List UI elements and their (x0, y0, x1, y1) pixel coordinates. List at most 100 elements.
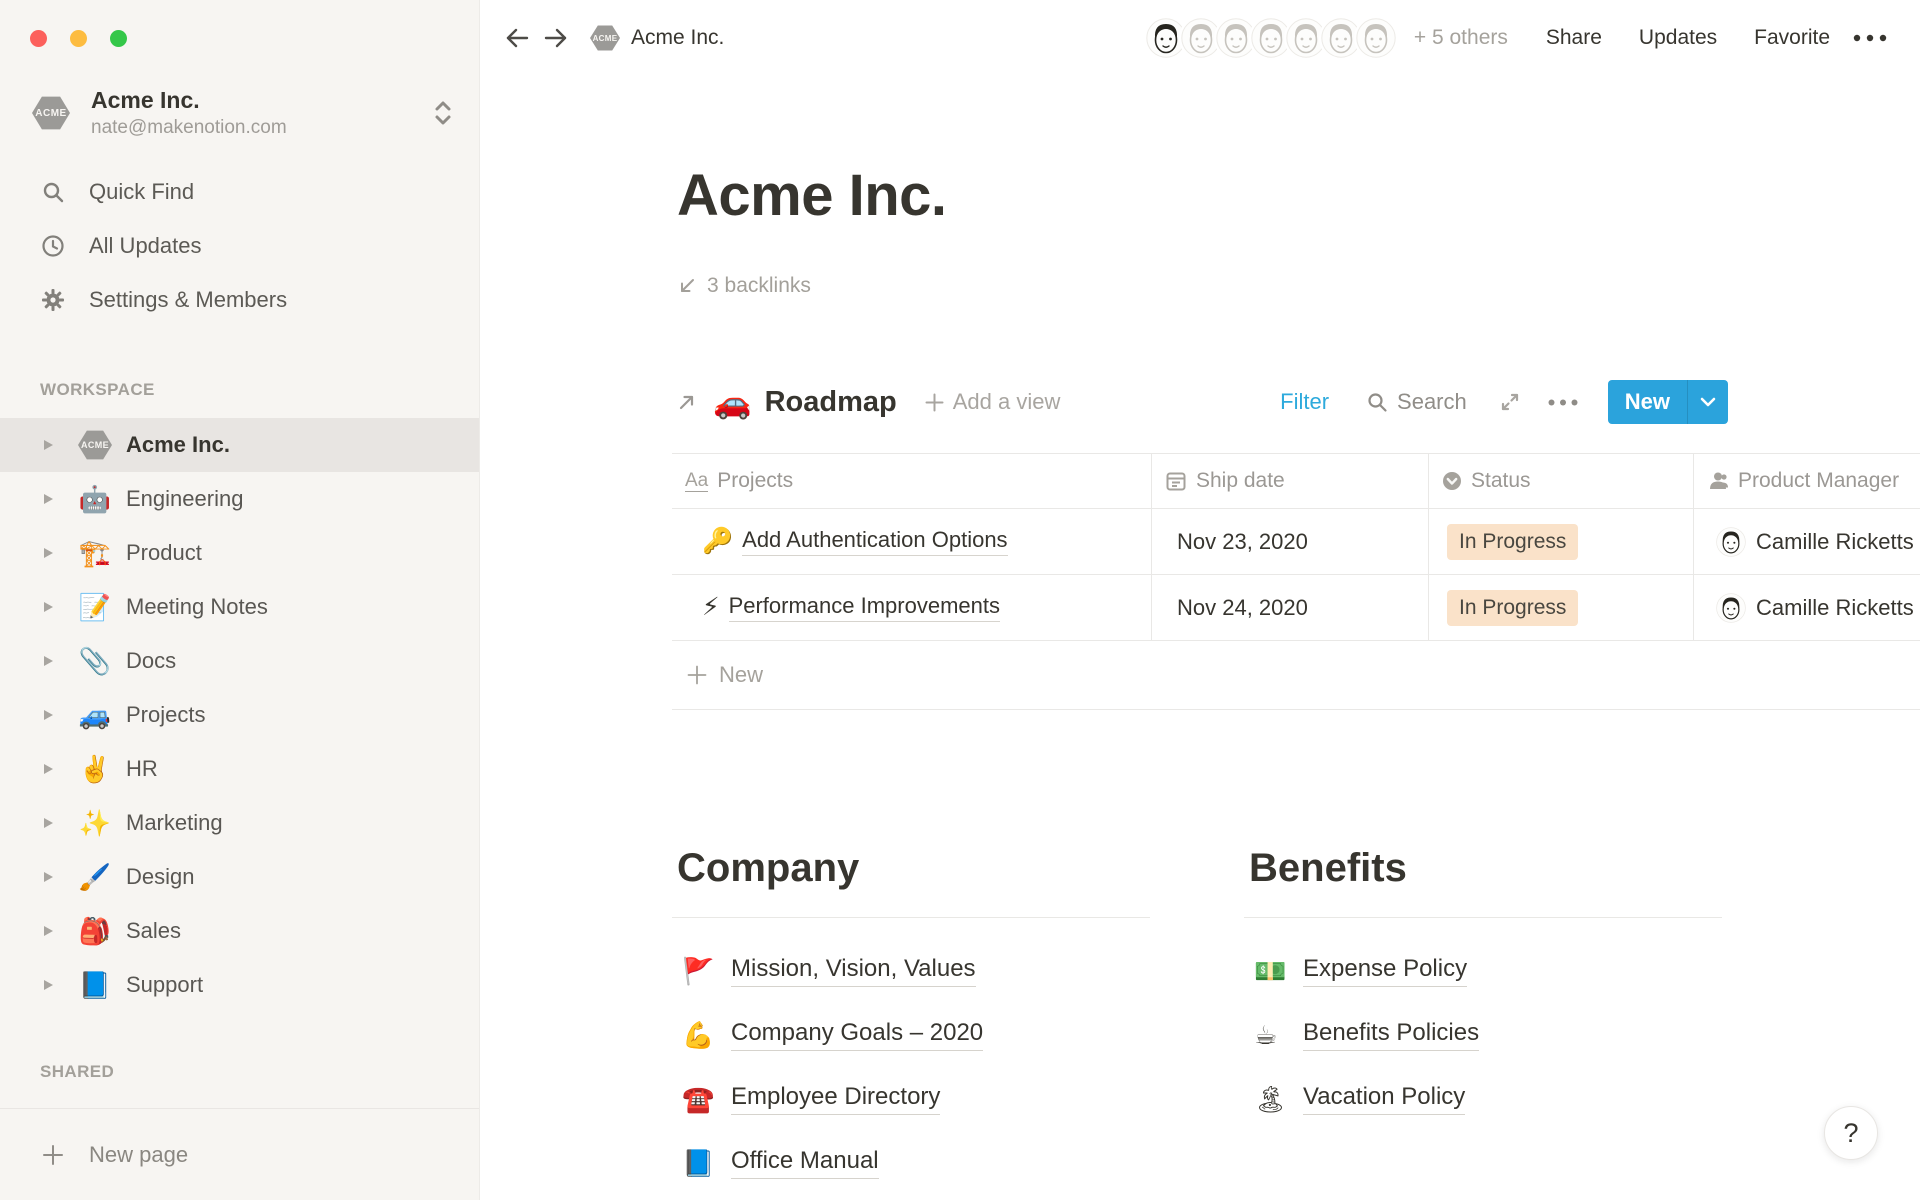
topbar-action[interactable]: Share (1546, 26, 1602, 50)
expand-toggle-icon[interactable] (42, 654, 56, 668)
database-title[interactable]: Roadmap (765, 386, 897, 419)
column-header-status[interactable]: Status (1428, 454, 1693, 508)
sidebar-page-list: ACME Acme Inc. 🤖 Engineering (0, 418, 479, 1012)
page-link[interactable]: 🏝 Vacation Policy (1244, 1067, 1722, 1131)
expand-toggle-icon[interactable] (42, 492, 56, 506)
minimize-window-button[interactable] (70, 30, 87, 47)
column-header-projects[interactable]: Aa Projects (672, 454, 1151, 508)
sidebar-page-item[interactable]: 📝 Meeting Notes (0, 580, 479, 634)
page-title[interactable]: Acme Inc. (677, 162, 947, 229)
page-emoji-icon: 📎 (79, 648, 111, 674)
backlinks-button[interactable]: 3 backlinks (677, 274, 811, 298)
page-emoji-icon: 🤖 (79, 486, 111, 512)
sidebar-page-item[interactable]: 🏗️ Product (0, 526, 479, 580)
sidebar-page-item[interactable]: ✌️ HR (0, 742, 479, 796)
sidebar-item-quick-find[interactable]: Quick Find (0, 165, 479, 219)
manager-avatar (1716, 593, 1746, 623)
open-as-page-icon[interactable] (677, 392, 697, 412)
column-header-ship-date[interactable]: Ship date (1151, 454, 1428, 508)
expand-toggle-icon[interactable] (42, 816, 56, 830)
manager-cell[interactable]: Camille Ricketts (1693, 575, 1920, 640)
database-more-options-icon[interactable] (1548, 399, 1578, 406)
menu-label: Settings & Members (89, 287, 287, 313)
page-emoji-icon: 🚙 (79, 702, 111, 728)
page-link[interactable]: ☕ Benefits Policies (1244, 1003, 1722, 1067)
search-button[interactable]: Search (1366, 389, 1467, 415)
filter-button[interactable]: Filter (1280, 389, 1329, 415)
project-cell[interactable]: 🔑 Add Authentication Options (672, 509, 1151, 574)
sidebar-page-item[interactable]: 🎒 Sales (0, 904, 479, 958)
forward-button[interactable] (544, 27, 568, 49)
help-button[interactable]: ? (1824, 1106, 1878, 1160)
sidebar-page-item[interactable]: 📘 Support (0, 958, 479, 1012)
expand-toggle-icon[interactable] (42, 546, 56, 560)
table-new-row-button[interactable]: New (672, 641, 1920, 710)
sidebar-page-item[interactable]: ACME Acme Inc. (0, 418, 479, 472)
section-heading: Company (672, 846, 1150, 891)
company-links: 🚩 Mission, Vision, Values 💪 Company Goal… (672, 918, 1150, 1195)
sidebar-page-label: Engineering (126, 486, 243, 512)
menu-label: All Updates (89, 233, 202, 259)
status-cell[interactable]: In Progress (1428, 575, 1693, 640)
page-link[interactable]: 🚩 Mission, Vision, Values (672, 939, 1150, 1003)
more-options-icon[interactable] (1853, 34, 1887, 42)
acme-page-badge: ACME (78, 430, 112, 460)
sidebar-page-item[interactable]: 📎 Docs (0, 634, 479, 688)
manager-cell[interactable]: Camille Ricketts (1693, 509, 1920, 574)
project-cell[interactable]: ⚡ Performance Improvements (672, 575, 1151, 640)
sidebar-page-item[interactable]: 🖌️ Design (0, 850, 479, 904)
window-controls (0, 0, 479, 76)
page-emoji-icon: 📘 (79, 972, 111, 998)
manager-name: Camille Ricketts (1756, 529, 1914, 555)
calendar-icon (1165, 470, 1187, 492)
expand-toggle-icon[interactable] (42, 978, 56, 992)
project-link: Add Authentication Options (742, 527, 1007, 556)
expand-icon[interactable] (1500, 392, 1520, 412)
new-page-button[interactable]: New page (0, 1108, 479, 1200)
sidebar-page-label: Docs (126, 648, 176, 674)
status-cell[interactable]: In Progress (1428, 509, 1693, 574)
expand-toggle-icon[interactable] (42, 762, 56, 776)
page-link-label: Employee Directory (731, 1083, 940, 1115)
page-link[interactable]: 💵 Expense Policy (1244, 939, 1722, 1003)
zoom-window-button[interactable] (110, 30, 127, 47)
page-link-emoji-icon: ☎️ (682, 1086, 720, 1112)
expand-toggle-icon[interactable] (42, 870, 56, 884)
back-button[interactable] (505, 27, 529, 49)
page-link-label: Vacation Policy (1303, 1083, 1465, 1115)
expand-toggle-icon[interactable] (42, 708, 56, 722)
sidebar-page-label: Product (126, 540, 202, 566)
section-heading: Benefits (1244, 846, 1722, 891)
sidebar-page-item[interactable]: 🤖 Engineering (0, 472, 479, 526)
expand-toggle-icon[interactable] (42, 924, 56, 938)
column-header-product-manager[interactable]: Product Manager (1693, 454, 1920, 508)
workspace-name: Acme Inc. (91, 87, 287, 114)
title-property-icon: Aa (685, 470, 708, 493)
search-icon (40, 180, 66, 204)
expand-toggle-icon[interactable] (42, 438, 56, 452)
menu-label: Quick Find (89, 179, 194, 205)
ship-date-cell[interactable]: Nov 24, 2020 (1151, 575, 1428, 640)
add-view-button[interactable]: Add a view (925, 389, 1061, 415)
project-emoji-icon: ⚡ (702, 595, 720, 620)
sidebar-item-all-updates[interactable]: All Updates (0, 219, 479, 273)
page-link[interactable]: ☎️ Employee Directory (672, 1067, 1150, 1131)
page-emoji-icon: ✨ (79, 810, 111, 836)
close-window-button[interactable] (30, 30, 47, 47)
topbar-action[interactable]: Updates (1639, 26, 1717, 50)
sidebar-page-item[interactable]: ✨ Marketing (0, 796, 479, 850)
new-record-button[interactable]: New (1608, 380, 1728, 424)
page-link[interactable]: 📘 Office Manual (672, 1131, 1150, 1195)
ship-date-cell[interactable]: Nov 23, 2020 (1151, 509, 1428, 574)
new-button-chevron-icon[interactable] (1688, 397, 1728, 407)
expand-toggle-icon[interactable] (42, 600, 56, 614)
sidebar-page-label: Meeting Notes (126, 594, 268, 620)
breadcrumb[interactable]: Acme Inc. (631, 26, 724, 50)
sidebar-item-settings-members[interactable]: Settings & Members (0, 273, 479, 327)
clock-icon (40, 234, 66, 258)
workspace-switcher[interactable]: ACME Acme Inc. nate@makenotion.com (32, 84, 453, 142)
topbar-action[interactable]: Favorite (1754, 26, 1830, 50)
sidebar-page-item[interactable]: 🚙 Projects (0, 688, 479, 742)
page-link[interactable]: 💪 Company Goals – 2020 (672, 1003, 1150, 1067)
page-link-label: Expense Policy (1303, 955, 1467, 987)
